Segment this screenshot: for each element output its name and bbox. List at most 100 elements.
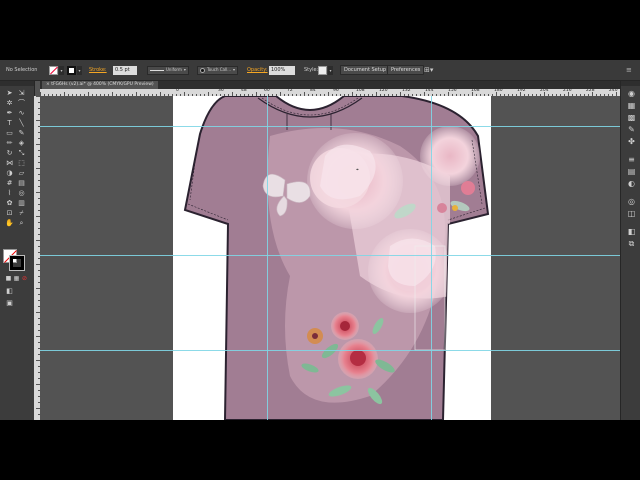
blend-tool-icon[interactable]: ◎ xyxy=(17,189,26,197)
layers-icon[interactable]: ◧ xyxy=(627,227,636,236)
selection-tool-icon[interactable]: ➤ xyxy=(5,89,14,97)
magic-wand-tool-icon[interactable]: ✲ xyxy=(5,99,14,107)
ruler-label: 144 xyxy=(425,89,434,93)
rectangle-tool-icon[interactable]: ▭ xyxy=(5,129,14,137)
ruler-label: 60 xyxy=(264,89,270,93)
control-bar: No Selection ▾ ▾ Stroke: 0.5 pt Uniform ▾… xyxy=(0,60,640,81)
ruler-label: 0 xyxy=(176,89,179,93)
free-transform-tool-icon[interactable]: ⬚ xyxy=(17,159,26,167)
curvature-tool-icon[interactable]: ∿ xyxy=(17,109,26,117)
stroke-swatch[interactable] xyxy=(9,255,25,271)
brushes-icon[interactable]: ✎ xyxy=(627,125,636,134)
document-setup-button[interactable]: Document Setup xyxy=(340,60,391,80)
cursor-icon: ⌖ xyxy=(356,167,359,173)
line-tool-icon[interactable]: ╲ xyxy=(17,119,26,127)
direct-selection-tool-icon[interactable]: ⇲ xyxy=(17,89,26,97)
ruler-label: 48 xyxy=(241,89,247,93)
brush-definition[interactable]: Touch Call... ▾ xyxy=(197,60,239,80)
paintbrush-tool-icon[interactable]: ✎ xyxy=(17,129,26,137)
stroke-swatch[interactable] xyxy=(67,65,76,75)
mesh-tool-icon[interactable]: # xyxy=(5,179,14,187)
panel-grip[interactable] xyxy=(621,81,640,86)
document-tab-title: tFG6Hs (v2).ai* @ 400% (CMYK/GPU Preview… xyxy=(51,82,154,87)
panel-menu-icon[interactable]: ≡ xyxy=(626,60,632,80)
scale-tool-icon[interactable]: ⤡ xyxy=(17,149,26,157)
brush-dot-icon xyxy=(200,67,205,73)
ruler-label: 156 xyxy=(448,89,457,93)
document-tab[interactable]: × tFG6Hs (v2).ai* @ 400% (CMYK/GPU Previ… xyxy=(42,81,158,89)
letterbox-bottom xyxy=(0,420,640,480)
chevron-down-icon[interactable]: ▾ xyxy=(77,65,82,75)
color-guide-icon[interactable]: ▦ xyxy=(627,101,636,110)
canvas[interactable]: ⌖ xyxy=(40,96,620,420)
swatches-icon[interactable]: ▩ xyxy=(627,113,636,122)
transparency-icon[interactable]: ◐ xyxy=(627,179,636,188)
artboard-tool-icon[interactable]: ⊡ xyxy=(5,209,14,217)
graphic-styles-icon[interactable]: ◫ xyxy=(627,209,636,218)
stroke-weight-field[interactable]: 0.5 pt xyxy=(113,60,137,80)
style-label: Style: xyxy=(304,67,319,73)
artboards-icon[interactable]: ⧉ xyxy=(627,239,636,248)
stroke-label[interactable]: Stroke: xyxy=(89,60,107,80)
shape-builder-tool-icon[interactable]: ◑ xyxy=(5,169,14,177)
ruler-label: 36 xyxy=(218,89,224,93)
pencil-tool-icon[interactable]: ✏ xyxy=(5,139,14,147)
fill-stroke-widget[interactable] xyxy=(3,249,25,271)
pen-tool-icon[interactable]: ✒ xyxy=(5,109,14,117)
guide-vertical-2[interactable] xyxy=(431,96,432,420)
style-control[interactable]: ▾ xyxy=(318,60,333,80)
guide-horizontal-3[interactable] xyxy=(40,350,620,351)
eraser-tool-icon[interactable]: ◈ xyxy=(17,139,26,147)
ruler-label: 132 xyxy=(402,89,411,93)
panel-grip[interactable] xyxy=(0,81,34,86)
ruler-label: 96 xyxy=(333,89,339,93)
guide-vertical-1[interactable] xyxy=(267,96,268,420)
chevron-down-icon[interactable]: ▾ xyxy=(59,65,64,75)
fill-control[interactable]: ▾ xyxy=(49,60,64,80)
ruler-label: 120 xyxy=(379,89,388,93)
stroke-color-control[interactable]: ▾ xyxy=(67,60,82,80)
guide-horizontal-2[interactable] xyxy=(40,255,620,256)
illustrator-window: No Selection ▾ ▾ Stroke: 0.5 pt Uniform ▾… xyxy=(0,60,640,420)
fill-none-swatch[interactable] xyxy=(49,65,58,75)
appearance-icon[interactable]: ◎ xyxy=(627,197,636,206)
rotate-tool-icon[interactable]: ↻ xyxy=(5,149,14,157)
opacity-field[interactable]: 100% xyxy=(269,60,295,80)
style-swatch[interactable] xyxy=(318,65,327,75)
ruler-label: 84 xyxy=(310,89,316,93)
tshirt-artwork[interactable]: ⌖ xyxy=(40,96,620,420)
ruler-label: 228 xyxy=(586,89,595,93)
gradient-icon[interactable]: ▤ xyxy=(627,167,636,176)
draw-mode-icon[interactable]: ◧ xyxy=(5,287,14,295)
ruler-label: 108 xyxy=(356,89,365,93)
none-mode-icon[interactable]: ⊘ xyxy=(20,275,29,283)
letterbox-top xyxy=(0,0,640,60)
document-tab-bar: × tFG6Hs (v2).ai* @ 400% (CMYK/GPU Previ… xyxy=(40,81,620,89)
type-tool-icon[interactable]: T xyxy=(5,119,14,127)
selection-status: No Selection xyxy=(6,67,38,73)
hand-tool-icon[interactable]: ✋ xyxy=(5,219,14,227)
width-tool-icon[interactable]: ⋈ xyxy=(5,159,14,167)
guide-horizontal-1[interactable] xyxy=(40,126,620,127)
arrange-documents-icon[interactable]: ⊞▾ xyxy=(424,60,433,80)
color-icon[interactable]: ◉ xyxy=(627,89,636,98)
ruler-label: 72 xyxy=(287,89,293,93)
lasso-tool-icon[interactable]: ⌒ xyxy=(17,99,26,107)
opacity-label[interactable]: Opacity: xyxy=(247,60,268,80)
perspective-tool-icon[interactable]: ▱ xyxy=(17,169,26,177)
stroke-icon[interactable]: ≡ xyxy=(627,155,636,164)
symbol-sprayer-tool-icon[interactable]: ✿ xyxy=(5,199,14,207)
gradient-tool-icon[interactable]: ▤ xyxy=(17,179,26,187)
preferences-button[interactable]: Preferences xyxy=(387,60,425,80)
variable-width-profile[interactable]: Uniform ▾ xyxy=(147,60,189,80)
chevron-down-icon[interactable]: ▾ xyxy=(328,65,333,75)
zoom-tool-icon[interactable]: ⌕ xyxy=(17,219,26,227)
screen-mode-icon[interactable]: ▣ xyxy=(5,299,14,307)
symbols-icon[interactable]: ✤ xyxy=(627,137,636,146)
graph-tool-icon[interactable]: ▥ xyxy=(17,199,26,207)
ruler-label: 192 xyxy=(517,89,526,93)
panel-dock: ◉ ▦ ▩ ✎ ✤ ≡ ▤ ◐ ◎ ◫ ◧ ⧉ xyxy=(620,81,640,420)
eyedropper-tool-icon[interactable]: ⌇ xyxy=(5,189,14,197)
tools-panel: ➤ ⇲ ✲ ⌒ ✒ ∿ T ╲ ▭ ✎ ✏ ◈ ↻ ⤡ ⋈ ⬚ ◑ ▱ # ▤ … xyxy=(0,81,35,420)
slice-tool-icon[interactable]: ⌿ xyxy=(17,209,26,217)
